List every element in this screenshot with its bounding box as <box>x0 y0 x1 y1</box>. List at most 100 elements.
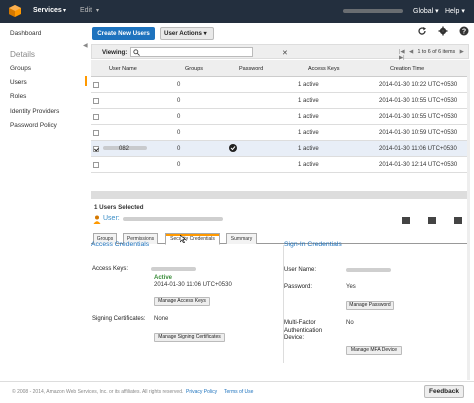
maximize-pane-icon[interactable] <box>454 217 462 224</box>
row-user-suffix: 082 <box>119 146 130 152</box>
row-checkbox-checked[interactable] <box>93 146 99 152</box>
access-key-date: 2014-01-30 11:06 UTC+0530 <box>154 282 232 288</box>
row-access-keys: 1 active <box>298 114 319 120</box>
signing-certificates-label: Signing Certificates: <box>92 316 146 322</box>
table-row[interactable]: 0 1 active 2014-01-30 10:59 UTC+0530 <box>91 125 469 141</box>
iam-console: Services ▾ Edit ▾ Global ▾ Help ▾ Dashbo… <box>0 0 474 403</box>
clear-search-icon[interactable]: ✕ <box>282 49 288 57</box>
selected-user-label: User: <box>103 215 120 222</box>
terms-of-use-link[interactable]: Terms of Use <box>224 389 253 395</box>
row-checkbox[interactable] <box>93 130 99 136</box>
row-checkbox[interactable] <box>93 162 99 168</box>
top-nav-bar: Services ▾ Edit ▾ Global ▾ Help ▾ <box>0 0 474 23</box>
search-input[interactable]: ✕ <box>130 47 288 57</box>
row-access-keys: 1 active <box>298 162 319 168</box>
edit-chevron-down-icon[interactable]: ▾ <box>96 7 99 14</box>
password-label: Password: <box>284 284 313 290</box>
viewing-label: Viewing: <box>102 49 128 56</box>
restore-pane-icon[interactable] <box>402 217 410 224</box>
aws-cube-icon[interactable] <box>8 4 22 18</box>
search-icon <box>133 49 140 56</box>
sidebar-item-password-policy[interactable]: Password Policy <box>10 122 57 129</box>
table-row[interactable]: 0 1 active 2014-01-30 10:55 UTC+0530 <box>91 93 469 109</box>
prev-page-icon[interactable]: ◀ <box>409 49 413 55</box>
row-checkbox[interactable] <box>93 114 99 120</box>
region-label: Global <box>413 8 434 15</box>
main-content: Create New Users User Actions ▾ ? Viewin… <box>88 23 474 363</box>
feedback-button[interactable]: Feedback <box>424 385 464 398</box>
manage-mfa-device-button[interactable]: Manage MFA Device <box>346 346 402 355</box>
row-creation-time: 2014-01-30 10:55 UTC+0530 <box>379 98 458 104</box>
collapse-sidebar-icon[interactable]: ◀ <box>83 42 88 49</box>
row-creation-time: 2014-01-30 11:06 UTC+0530 <box>379 146 457 152</box>
split-pane-icon[interactable] <box>428 217 436 224</box>
table-row-selected[interactable]: 082 0 1 active 2014-01-30 11:06 UTC+0530 <box>91 141 469 157</box>
section-divider <box>283 245 284 363</box>
row-checkbox[interactable] <box>93 98 99 104</box>
row-groups: 0 <box>177 162 181 168</box>
row-creation-time: 2014-01-30 12:14 UTC+0530 <box>379 162 458 168</box>
help-menu[interactable]: Help ▾ <box>445 7 465 15</box>
users-table: User Name Groups Password Access Keys Cr… <box>91 60 469 173</box>
manage-access-keys-button[interactable]: Manage Access Keys <box>154 297 210 306</box>
access-credentials-title: Access Credentials <box>91 241 150 248</box>
selected-user-redacted <box>123 217 223 221</box>
table-row[interactable]: 0 1 active 2014-01-30 10:55 UTC+0530 <box>91 109 469 125</box>
row-creation-time: 2014-01-30 10:55 UTC+0530 <box>379 114 458 120</box>
col-header-password[interactable]: Password <box>239 66 263 72</box>
sidebar-item-dashboard[interactable]: Dashboard <box>10 30 41 37</box>
sidebar-item-identity-providers[interactable]: Identity Providers <box>10 108 59 115</box>
manage-password-button[interactable]: Manage Password <box>346 301 394 310</box>
sidebar-item-roles[interactable]: Roles <box>10 93 26 100</box>
row-creation-time: 2014-01-30 10:22 UTC+0530 <box>379 82 458 88</box>
refresh-icon[interactable] <box>417 26 427 36</box>
sidebar-heading-details: Details <box>10 50 36 59</box>
selected-count: 1 Users Selected <box>94 204 144 211</box>
account-name-redacted[interactable] <box>343 9 403 13</box>
gear-icon[interactable] <box>438 26 448 36</box>
create-new-users-button[interactable]: Create New Users <box>92 27 155 40</box>
table-row[interactable]: 0 1 active 2014-01-30 12:14 UTC+0530 <box>91 157 469 173</box>
user-actions-button[interactable]: User Actions ▾ <box>160 27 214 40</box>
services-chevron-down-icon[interactable]: ▾ <box>63 7 66 14</box>
vertical-scrollbar[interactable] <box>467 60 470 380</box>
manage-signing-certificates-button[interactable]: Manage Signing Certificates <box>154 333 225 342</box>
password-value: Yes <box>346 284 356 290</box>
tab-security-credentials[interactable]: Security Credentials <box>165 233 220 245</box>
user-detail-pane: User: Groups Permissions Security Creden… <box>91 211 469 255</box>
edit-menu[interactable]: Edit <box>80 7 92 14</box>
user-actions-label: User Actions <box>164 30 202 37</box>
tab-summary[interactable]: Summary <box>226 233 257 244</box>
table-header: User Name Groups Password Access Keys Cr… <box>91 60 469 77</box>
pager-text: 1 to 6 of 6 items <box>417 49 456 55</box>
signin-credentials-section: Sign-In Credentials <box>284 241 342 248</box>
access-key-status: Active <box>154 275 173 281</box>
row-groups: 0 <box>177 130 181 136</box>
copyright-text: © 2008 - 2014, Amazon Web Services, Inc.… <box>12 389 184 395</box>
signing-certificates-value: None <box>154 316 169 322</box>
col-header-user-name[interactable]: User Name <box>109 66 137 72</box>
pane-splitter[interactable] <box>91 191 469 199</box>
col-header-access-keys[interactable]: Access Keys <box>308 66 339 72</box>
help-icon[interactable]: ? <box>459 26 469 36</box>
access-keys-label: Access Keys: <box>92 266 129 272</box>
username-redacted <box>346 268 391 272</box>
table-row[interactable]: 0 1 active 2014-01-30 10:22 UTC+0530 <box>91 77 469 93</box>
region-menu[interactable]: Global ▾ <box>413 7 439 15</box>
col-header-creation-time[interactable]: Creation Time <box>390 66 424 72</box>
help-label: Help <box>445 8 460 15</box>
row-checkbox[interactable] <box>93 82 99 88</box>
col-header-groups[interactable]: Groups <box>185 66 203 72</box>
user-icon <box>93 215 101 224</box>
mfa-label: Multi-Factor Authentication Device: <box>284 320 323 341</box>
sidebar-item-groups[interactable]: Groups <box>10 65 31 72</box>
password-set-icon <box>229 144 237 152</box>
privacy-policy-link[interactable]: Privacy Policy <box>186 389 217 395</box>
next-page-icon[interactable]: ▶ <box>460 49 464 55</box>
services-menu[interactable]: Services <box>33 7 62 14</box>
mouse-cursor-icon <box>180 235 186 243</box>
username-label: User Name: <box>284 267 317 273</box>
sidebar-item-users[interactable]: Users <box>10 79 27 86</box>
row-access-keys: 1 active <box>298 146 319 152</box>
row-access-keys: 1 active <box>298 98 319 104</box>
